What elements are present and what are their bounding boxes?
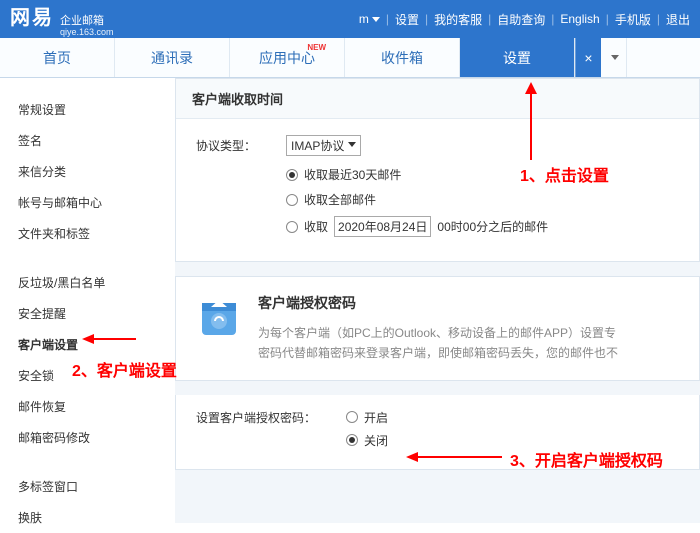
link-mobile[interactable]: 手机版: [615, 11, 651, 28]
radio-icon: [286, 194, 298, 206]
radio-icon: [286, 221, 298, 233]
settings-sidebar: 常规设置 签名 来信分类 帐号与邮箱中心 文件夹和标签 反垃圾/黑白名单 安全提…: [0, 78, 175, 523]
logo-domain: qiye.163.com: [60, 27, 114, 37]
top-header: 网易 企业邮箱 qiye.163.com m | 设置 | 我的客服 | 自助查…: [0, 0, 700, 38]
sidebar-item-client[interactable]: 客户端设置: [18, 329, 175, 360]
auth-title: 客户端授权密码: [258, 293, 618, 313]
sidebar-item-filters[interactable]: 来信分类: [18, 156, 175, 187]
link-logout[interactable]: 退出: [666, 11, 690, 28]
logo-main: 网易: [10, 1, 54, 30]
tab-dropdown[interactable]: [601, 38, 627, 77]
sidebar-item-recover[interactable]: 邮件恢复: [18, 391, 175, 422]
radio-recent30[interactable]: 收取最近30天邮件: [286, 166, 679, 183]
main-tabs: 首页 通讯录 应用中心NEW 收件箱 设置 ×: [0, 38, 700, 78]
user-menu[interactable]: m: [359, 12, 380, 26]
new-badge: NEW: [307, 43, 326, 52]
tab-contacts[interactable]: 通讯录: [115, 38, 230, 77]
tab-inbox[interactable]: 收件箱: [345, 38, 460, 77]
link-english[interactable]: English: [560, 12, 599, 26]
link-selfhelp[interactable]: 自助查询: [497, 11, 545, 28]
link-settings[interactable]: 设置: [395, 11, 419, 28]
radio-auth-off[interactable]: 关闭: [346, 432, 388, 449]
caret-down-icon: [611, 55, 619, 60]
tab-settings[interactable]: 设置: [460, 38, 575, 77]
tab-apps[interactable]: 应用中心NEW: [230, 38, 345, 77]
auth-set-label: 设置客户端授权密码：: [196, 409, 346, 426]
sidebar-item-signature[interactable]: 签名: [18, 125, 175, 156]
tab-home[interactable]: 首页: [0, 38, 115, 77]
logo-sub: 企业邮箱: [60, 16, 114, 27]
sidebar-item-folders[interactable]: 文件夹和标签: [18, 218, 175, 249]
date-input[interactable]: 2020年08月24日: [334, 216, 431, 237]
panel-fetch-time: 客户端收取时间 协议类型： IMAP协议 收取最近30天邮件 收取全部邮件 收取: [175, 78, 700, 262]
protocol-label: 协议类型：: [196, 137, 286, 154]
radio-auth-on[interactable]: 开启: [346, 409, 388, 426]
header-links: m | 设置 | 我的客服 | 自助查询 | English | 手机版 | 退…: [359, 11, 690, 28]
panel-title: 客户端收取时间: [176, 79, 699, 119]
sidebar-item-spam[interactable]: 反垃圾/黑白名单: [18, 267, 175, 298]
sidebar-item-security-alert[interactable]: 安全提醒: [18, 298, 175, 329]
link-service[interactable]: 我的客服: [434, 11, 482, 28]
panel-auth-password: 客户端授权密码 为每个客户端（如PC上的Outlook、移动设备上的邮件APP）…: [175, 276, 700, 381]
sidebar-item-multitab[interactable]: 多标签窗口: [18, 471, 175, 502]
radio-icon: [286, 169, 298, 181]
sidebar-item-skin[interactable]: 换肤: [18, 502, 175, 533]
recycle-icon: [196, 293, 242, 339]
auth-set-row: 设置客户端授权密码： 开启 关闭: [175, 395, 700, 470]
radio-icon: [346, 434, 358, 446]
logo: 网易 企业邮箱 qiye.163.com: [10, 1, 114, 37]
sidebar-item-accounts[interactable]: 帐号与邮箱中心: [18, 187, 175, 218]
radio-all[interactable]: 收取全部邮件: [286, 191, 679, 208]
radio-after-date[interactable]: 收取 2020年08月24日 00时00分之后的邮件: [286, 216, 679, 237]
main-content: 客户端收取时间 协议类型： IMAP协议 收取最近30天邮件 收取全部邮件 收取: [175, 78, 700, 523]
sidebar-item-password[interactable]: 邮箱密码修改: [18, 422, 175, 453]
protocol-select[interactable]: IMAP协议: [286, 135, 361, 156]
sidebar-item-general[interactable]: 常规设置: [18, 94, 175, 125]
sidebar-item-lock[interactable]: 安全锁: [18, 360, 175, 391]
caret-down-icon: [372, 17, 380, 22]
radio-icon: [346, 411, 358, 423]
tab-close-button[interactable]: ×: [575, 38, 601, 77]
auth-desc: 为每个客户端（如PC上的Outlook、移动设备上的邮件APP）设置专 密码代替…: [258, 323, 618, 364]
